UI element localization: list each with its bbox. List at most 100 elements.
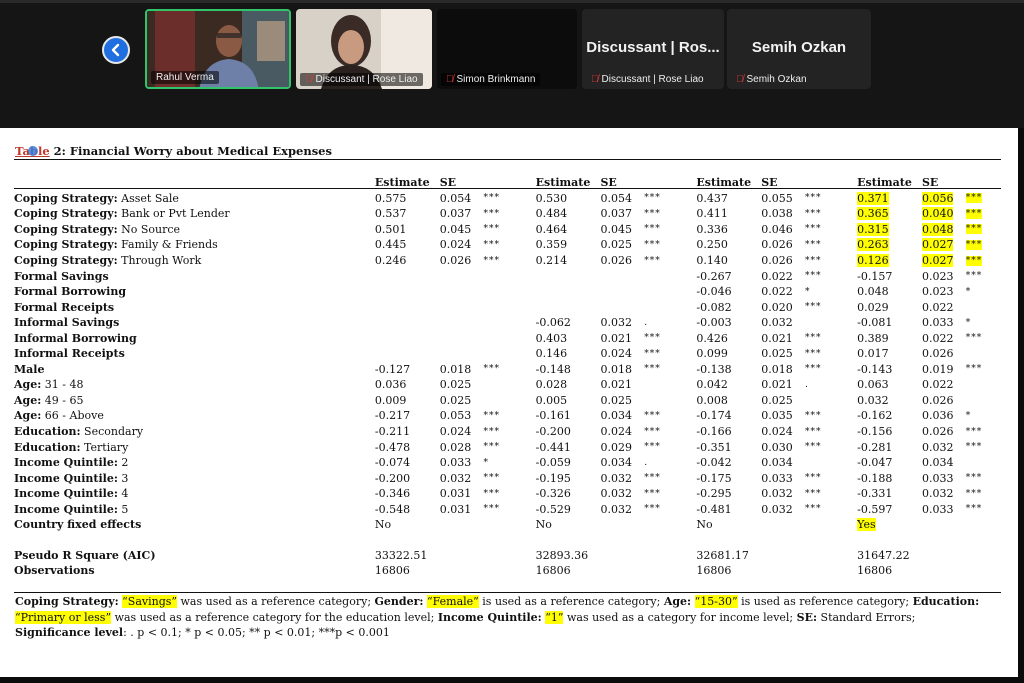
- row-label: Formal Borrowing: [14, 284, 375, 300]
- row-label: Male: [14, 362, 375, 378]
- se-value: 0.032: [600, 487, 632, 501]
- estimate-value: 0.017: [857, 347, 889, 361]
- se-cell: 0.019: [922, 362, 966, 378]
- note-term: Income Quintile:: [437, 610, 542, 624]
- significance-cell: [483, 330, 535, 346]
- estimate-cell: 0.146: [536, 346, 601, 362]
- se-cell: 0.032: [761, 315, 805, 331]
- se-value: 0.033: [439, 456, 472, 470]
- significance-stars: ***: [483, 364, 500, 375]
- table-caption: Table 2: Financial Worry about Medical E…: [15, 144, 332, 158]
- se-value: 0.032: [761, 487, 793, 501]
- estimate-cell: -0.059: [536, 455, 601, 471]
- variable-name: Age:: [14, 409, 42, 423]
- participant-tile-discussant[interactable]: Discussant | Ros... 🎙̸ Discussant | Rose…: [582, 9, 724, 89]
- se-cell: 0.040: [921, 206, 966, 222]
- estimate-cell: [375, 284, 440, 300]
- significance-stars: ***: [965, 193, 983, 204]
- se-cell: 0.035: [761, 408, 805, 424]
- significance-stars: ***: [483, 239, 500, 250]
- participant-tile-rahul-verma[interactable]: Rahul Verma: [145, 9, 291, 89]
- se-value: 0.034: [921, 456, 954, 470]
- summary-row: Observations 16806 16806 16806 16806: [14, 563, 1018, 579]
- significance-cell: ***: [483, 408, 535, 424]
- significance-stars: ***: [965, 442, 983, 453]
- significance-stars: ***: [804, 364, 822, 375]
- variable-name: Age:: [14, 378, 42, 392]
- significance-cell: ***: [805, 346, 857, 362]
- estimate-value: 0.036: [374, 378, 407, 392]
- se-value: 0.018: [761, 362, 793, 376]
- row-label: Age: 31 - 48: [14, 377, 375, 393]
- significance-stars: ***: [965, 333, 983, 344]
- se-value: 0.026: [761, 254, 793, 267]
- estimate-value: 0.464: [535, 222, 568, 236]
- se-cell: 0.025: [761, 393, 805, 409]
- estimate-value: -0.156: [857, 425, 893, 439]
- table-row: Informal Borrowing 0.403 0.021 *** 0.426 0.02…: [14, 330, 1018, 346]
- estimate-cell: -0.062: [536, 315, 601, 331]
- significance-stars: ***: [965, 504, 983, 515]
- note-text: is used as a reference category;: [478, 595, 664, 608]
- summary-spacer: [440, 563, 484, 579]
- participant-tile-rose-liao[interactable]: 🎙̸ Discussant | Rose Liao: [296, 9, 432, 89]
- estimate-value: -0.162: [857, 409, 893, 423]
- variable-level: Family & Friends: [117, 238, 218, 252]
- variable-level: 2: [117, 456, 129, 470]
- table-row: Coping Strategy: Family & Friends 0.445 0.…: [14, 237, 1018, 253]
- mic-off-icon: 🎙̸: [736, 74, 744, 85]
- variable-name: Coping Strategy:: [14, 222, 118, 236]
- se-value: 0.056: [921, 191, 954, 205]
- significance-cell: ***: [483, 486, 535, 502]
- variable-name: Income Quintile:: [14, 471, 118, 485]
- variable-name: Coping Strategy:: [14, 191, 118, 205]
- se-cell: 0.034: [761, 455, 805, 471]
- se-value: 0.032: [600, 502, 632, 516]
- se-cell: 0.032: [600, 470, 644, 486]
- participant-tile-simon-brinkmann[interactable]: 🎙̸ Simon Brinkmann: [437, 9, 577, 89]
- significance-cell: ***: [805, 268, 857, 284]
- significance-stars: ***: [804, 255, 822, 266]
- se-cell: 0.033: [922, 315, 966, 331]
- estimate-cell: -0.156: [857, 424, 922, 440]
- estimate-value: 0.029: [857, 300, 889, 314]
- note-text: Standard Errors;: [817, 610, 916, 624]
- se-cell: 0.054: [440, 191, 484, 207]
- significance-cell: ***: [644, 222, 696, 238]
- se-value: 0.033: [921, 471, 954, 485]
- significance-stars: ***: [804, 473, 822, 484]
- summary-spacer: [966, 563, 1018, 579]
- se-value: 0.021: [761, 331, 793, 345]
- se-cell: 0.026: [761, 253, 805, 269]
- significance-cell: [483, 284, 535, 300]
- significance-stars: ***: [644, 348, 661, 359]
- variable-level: Through Work: [117, 254, 202, 267]
- significance-cell: *: [483, 455, 535, 471]
- estimate-value: -0.597: [857, 502, 893, 516]
- row-label: Country fixed effects: [14, 517, 375, 533]
- se-value: 0.028: [439, 440, 472, 454]
- estimate-cell: 0.437: [696, 191, 761, 207]
- se-cell: 0.022: [922, 377, 966, 393]
- significance-stars: ***: [483, 224, 500, 235]
- significance-cell: ***: [644, 362, 696, 378]
- row-label: Age: 49 - 65: [14, 393, 375, 409]
- estimate-value: 0.032: [857, 393, 889, 407]
- significance-cell: ***: [483, 424, 535, 440]
- back-button[interactable]: [102, 36, 130, 64]
- participant-tile-semih-ozkan[interactable]: Semih Ozkan 🎙̸ Semih Ozkan: [727, 9, 871, 89]
- significance-cell: ***: [805, 424, 857, 440]
- se-cell: 0.021: [600, 330, 644, 346]
- se-cell: 0.046: [761, 222, 805, 238]
- estimate-value: 0.250: [696, 238, 728, 252]
- significance-stars: ***: [804, 239, 822, 250]
- row-label: Coping Strategy: No Source: [14, 222, 375, 238]
- se-cell: [600, 268, 644, 284]
- row-label: Education: Tertiary: [14, 439, 375, 455]
- row-label: Coping Strategy: Asset Sale: [14, 191, 375, 207]
- table-row: Coping Strategy: Bank or Pvt Lender 0.537…: [14, 206, 1018, 222]
- estimate-cell: -0.481: [696, 501, 761, 517]
- se-value: 0.023: [921, 269, 954, 283]
- se-cell: 0.032: [761, 501, 805, 517]
- significance-cell: *: [805, 284, 857, 300]
